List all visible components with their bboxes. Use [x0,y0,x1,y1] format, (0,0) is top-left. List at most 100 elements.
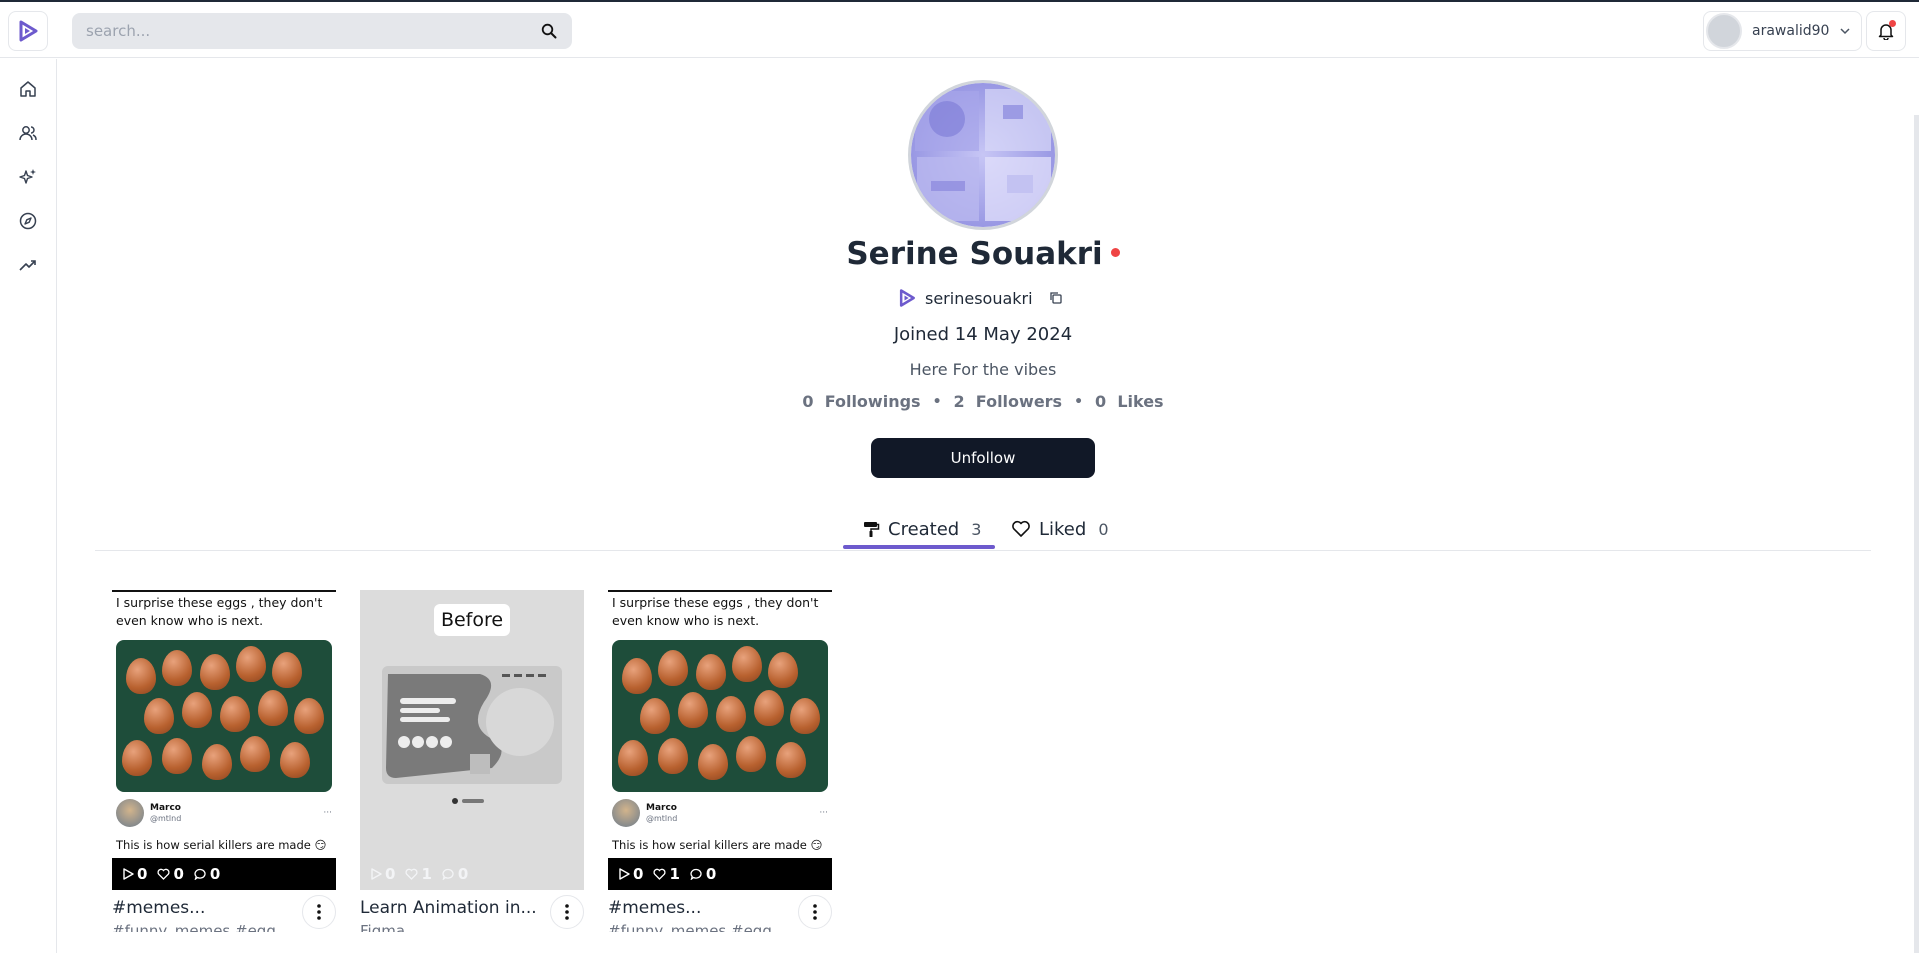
stat-separator: • [1074,393,1084,410]
play-count: 0 [633,865,644,883]
followers-label: Followers [975,392,1063,411]
username-label: arawalid90 [1752,23,1830,39]
more-vertical-icon [813,904,817,920]
more-dots-icon: ··· [819,808,828,818]
more-vertical-icon [565,904,569,920]
likes-label: Likes [1117,392,1164,411]
paint-roller-icon [864,522,880,537]
profile-avatar [908,80,1058,230]
sidebar-item-explore[interactable] [15,208,41,234]
search-input[interactable] [86,22,540,40]
user-menu[interactable]: arawalid90 [1703,11,1863,51]
card-more-button[interactable] [550,895,584,929]
heart-icon [157,868,170,880]
play-icon [619,868,630,880]
tab-created-count: 3 [971,519,982,539]
sidebar-item-users[interactable] [15,120,41,146]
profile-bio: Here For the vibes [909,360,1057,379]
play-logo-icon [899,289,915,307]
notification-dot [1889,20,1896,27]
like-count: 1 [669,865,680,883]
tab-liked-count: 0 [1098,519,1109,539]
heart-icon [653,868,666,880]
ui-mockup-illustration [382,666,562,804]
tab-liked[interactable]: Liked 0 [1011,510,1109,548]
sidebar-item-sparkles[interactable] [15,164,41,190]
tweet-text: This is how serial killers are made 😏 [612,838,823,852]
card-title[interactable]: Learn Animation in... [360,898,537,918]
meme-caption: I surprise these eggs , they don't even … [612,595,819,628]
heart-icon [1012,520,1030,537]
followings-count: 0 [802,392,814,411]
tweet-handle: @mtlnd [646,813,678,823]
copy-handle-button[interactable] [1049,291,1063,305]
copy-icon [1049,292,1062,304]
top-header: arawalid90 [0,2,1919,58]
tab-created-label: Created [888,518,960,540]
followers-count: 2 [953,392,965,411]
tab-created[interactable]: Created 3 [862,510,981,548]
handle-row: serinesouakri [897,286,1063,310]
chevron-down-icon [1840,28,1850,35]
eggs-photo [612,640,828,792]
search-bar[interactable] [72,13,572,49]
followers-stat[interactable]: 2 Followers [954,392,1063,411]
card-title[interactable]: #memes... [112,898,205,918]
sidebar-item-home[interactable] [15,76,41,102]
heart-icon [405,868,418,880]
comment-icon [442,868,454,880]
meme-caption: I surprise these eggs , they don't even … [116,595,323,628]
home-icon [20,81,36,97]
video-thumbnail[interactable]: I surprise these eggs , they don't even … [112,590,336,890]
compass-icon [19,212,37,230]
tabs-divider [95,550,1871,551]
tweet-text: This is how serial killers are made 😏 [116,838,327,852]
tweet-handle: @mtlnd [150,813,182,823]
play-icon [123,868,134,880]
comment-count: 0 [209,865,221,883]
video-thumbnail[interactable]: Before 0 1 0 [360,590,584,890]
notifications-button[interactable] [1866,11,1906,51]
video-card[interactable]: I surprise these eggs , they don't even … [112,590,336,932]
eggs-photo [116,640,332,792]
followings-label: Followings [824,392,921,411]
comment-icon [690,868,702,880]
card-more-button[interactable] [798,895,832,929]
video-thumbnail[interactable]: I surprise these eggs , they don't even … [608,590,832,890]
card-subtitle: #funny_memes #egg [112,922,276,932]
comment-icon [194,868,206,880]
card-more-button[interactable] [302,895,336,929]
avatar [1706,13,1742,49]
profile-name: Serine Souakri [0,236,1919,272]
more-dots-icon: ··· [323,808,332,818]
play-count: 0 [385,865,396,883]
sparkles-icon [19,169,36,184]
followings-stat[interactable]: 0 Followings [802,392,920,411]
joined-date: Joined 14 May 2024 [893,324,1073,345]
sidebar [0,59,57,953]
video-card[interactable]: I surprise these eggs , they don't even … [608,590,832,932]
card-stats: 0 1 0 [608,858,832,890]
card-stats: 0 1 0 [360,858,584,890]
like-count: 1 [421,865,432,883]
card-stats: 0 0 0 [112,858,336,890]
tweet-avatar [116,799,144,827]
tweet-name: Marco [646,802,677,813]
profile-name-text: Serine Souakri [846,236,1103,272]
tab-liked-label: Liked [1039,518,1087,540]
stat-separator: • [932,393,942,410]
likes-count: 0 [1095,392,1107,411]
play-logo-icon [19,20,38,42]
video-card[interactable]: Before 0 1 0 Learn Animation in... Figma [360,590,584,932]
search-icon[interactable] [540,22,558,40]
likes-stat: 0 Likes [1095,392,1164,411]
app-logo[interactable] [8,11,48,51]
profile-photo-collage [911,83,1055,227]
card-title[interactable]: #memes... [608,898,701,918]
play-count: 0 [137,865,148,883]
profile-handle: serinesouakri [925,288,1033,308]
card-subtitle: Figma [360,922,406,932]
unfollow-button[interactable]: Unfollow [871,438,1095,478]
play-icon [371,868,382,880]
tweet-avatar [612,799,640,827]
